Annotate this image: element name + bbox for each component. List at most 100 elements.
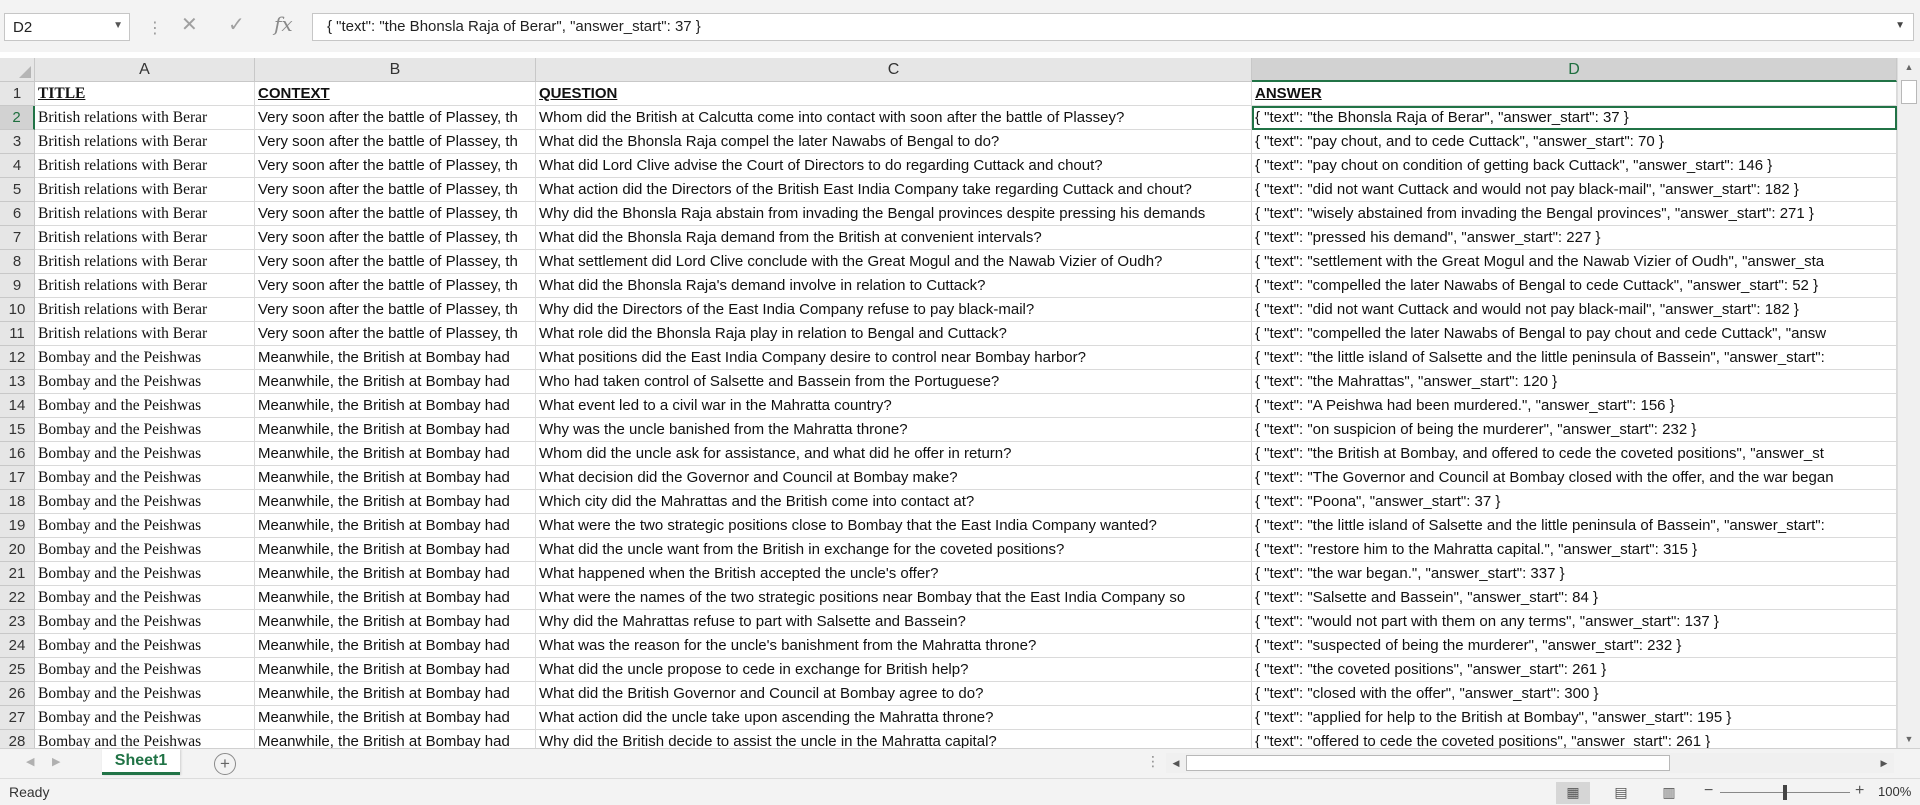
page-break-preview-icon[interactable]: ▥ bbox=[1652, 782, 1686, 804]
grid-cell[interactable]: { "text": "compelled the later Nawabs of… bbox=[1252, 274, 1897, 298]
grid-cell[interactable]: British relations with Berar bbox=[35, 298, 255, 322]
row-header[interactable]: 5 bbox=[0, 178, 35, 202]
grid-cell[interactable]: Bombay and the Peishwas bbox=[35, 490, 255, 514]
grid-cell[interactable]: { "text": "compelled the later Nawabs of… bbox=[1252, 322, 1897, 346]
grid-cell[interactable]: British relations with Berar bbox=[35, 322, 255, 346]
grid-cell[interactable]: British relations with Berar bbox=[35, 178, 255, 202]
grid-cell[interactable]: { "text": "restore him to the Mahratta c… bbox=[1252, 538, 1897, 562]
check-icon[interactable]: ✓ bbox=[228, 12, 245, 37]
tab-split-handle-icon[interactable]: ⋮ bbox=[1146, 753, 1160, 770]
row-header[interactable]: 15 bbox=[0, 418, 35, 442]
grid-cell[interactable]: What did the British Governor and Counci… bbox=[536, 682, 1252, 706]
grid-cell[interactable]: What did the Bhonsla Raja demand from th… bbox=[536, 226, 1252, 250]
grid-cell[interactable]: What were the two strategic positions cl… bbox=[536, 514, 1252, 538]
grid-cell[interactable]: Bombay and the Peishwas bbox=[35, 706, 255, 730]
grid-cell[interactable]: What happened when the British accepted … bbox=[536, 562, 1252, 586]
grid-cell[interactable]: { "text": "settlement with the Great Mog… bbox=[1252, 250, 1897, 274]
row-header[interactable]: 21 bbox=[0, 562, 35, 586]
grid-cell[interactable]: What settlement did Lord Clive conclude … bbox=[536, 250, 1252, 274]
scroll-right-icon[interactable]: ▶ bbox=[1874, 753, 1894, 773]
close-icon[interactable]: ✕ bbox=[181, 12, 198, 37]
horizontal-scroll-thumb[interactable] bbox=[1186, 755, 1670, 771]
grid-cell[interactable]: Very soon after the battle of Plassey, t… bbox=[255, 130, 536, 154]
grid-cell[interactable]: British relations with Berar bbox=[35, 202, 255, 226]
grid-cell[interactable]: What were the names of the two strategic… bbox=[536, 586, 1252, 610]
grid-cell[interactable]: { "text": "pay chout on condition of get… bbox=[1252, 154, 1897, 178]
grid-cell[interactable]: British relations with Berar bbox=[35, 274, 255, 298]
grid-cell[interactable]: What did the uncle propose to cede in ex… bbox=[536, 658, 1252, 682]
grid-cell[interactable]: { "text": "the coveted positions", "answ… bbox=[1252, 658, 1897, 682]
grid-cell[interactable]: Bombay and the Peishwas bbox=[35, 586, 255, 610]
grid-cell[interactable]: { "text": "the British at Bombay, and of… bbox=[1252, 442, 1897, 466]
grid-cell[interactable]: Meanwhile, the British at Bombay had bbox=[255, 706, 536, 730]
column-header-d[interactable]: D bbox=[1252, 58, 1897, 82]
grid-cell[interactable]: Meanwhile, the British at Bombay had bbox=[255, 466, 536, 490]
grid-cell[interactable]: Meanwhile, the British at Bombay had bbox=[255, 442, 536, 466]
grid-cell[interactable]: Bombay and the Peishwas bbox=[35, 682, 255, 706]
grid-cell[interactable]: Which city did the Mahrattas and the Bri… bbox=[536, 490, 1252, 514]
grid-cell[interactable]: Meanwhile, the British at Bombay had bbox=[255, 418, 536, 442]
grid-cell[interactable]: { "text": "Salsette and Bassein", "answe… bbox=[1252, 586, 1897, 610]
grid-cell[interactable]: Bombay and the Peishwas bbox=[35, 562, 255, 586]
grid-cell[interactable]: { "text": "The Governor and Council at B… bbox=[1252, 466, 1897, 490]
page-layout-icon[interactable]: ▤ bbox=[1604, 782, 1638, 804]
scroll-left-icon[interactable]: ◀ bbox=[1166, 753, 1186, 773]
grid-cell[interactable]: Very soon after the battle of Plassey, t… bbox=[255, 178, 536, 202]
row-header[interactable]: 17 bbox=[0, 466, 35, 490]
grid-cell[interactable]: { "text": "the Mahrattas", "answer_start… bbox=[1252, 370, 1897, 394]
grid-cell[interactable]: { "text": "pay chout, and to cede Cuttac… bbox=[1252, 130, 1897, 154]
grid-cell[interactable]: What decision did the Governor and Counc… bbox=[536, 466, 1252, 490]
row-header[interactable]: 11 bbox=[0, 322, 35, 346]
grid-cell[interactable]: Bombay and the Peishwas bbox=[35, 634, 255, 658]
grid-cell[interactable]: Why did the Bhonsla Raja abstain from in… bbox=[536, 202, 1252, 226]
next-sheet-icon[interactable]: ▶ bbox=[52, 755, 60, 768]
row-header[interactable]: 20 bbox=[0, 538, 35, 562]
grid-cell[interactable]: Meanwhile, the British at Bombay had bbox=[255, 658, 536, 682]
grid-cell[interactable]: { "text": "wisely abstained from invadin… bbox=[1252, 202, 1897, 226]
grid-cell[interactable]: { "text": "A Peishwa had been murdered."… bbox=[1252, 394, 1897, 418]
grid-cell[interactable]: { "text": "the little island of Salsette… bbox=[1252, 346, 1897, 370]
grid-cell[interactable]: Bombay and the Peishwas bbox=[35, 442, 255, 466]
grid-cell[interactable]: Very soon after the battle of Plassey, t… bbox=[255, 274, 536, 298]
grid-cell[interactable]: Meanwhile, the British at Bombay had bbox=[255, 538, 536, 562]
column-title-cell[interactable]: QUESTION bbox=[536, 82, 1252, 106]
row-header[interactable]: 2 bbox=[0, 106, 35, 130]
grid-cell[interactable]: Very soon after the battle of Plassey, t… bbox=[255, 106, 536, 130]
grid-cell[interactable]: British relations with Berar bbox=[35, 130, 255, 154]
row-header[interactable]: 18 bbox=[0, 490, 35, 514]
grid-cell[interactable]: Very soon after the battle of Plassey, t… bbox=[255, 322, 536, 346]
grid-cell[interactable]: Why did the Directors of the East India … bbox=[536, 298, 1252, 322]
row-header[interactable]: 22 bbox=[0, 586, 35, 610]
row-header[interactable]: 27 bbox=[0, 706, 35, 730]
grid-cell[interactable]: { "text": "on suspicion of being the mur… bbox=[1252, 418, 1897, 442]
name-box[interactable]: D2 ▼ bbox=[4, 13, 130, 41]
grid-cell[interactable]: { "text": "did not want Cuttack and woul… bbox=[1252, 178, 1897, 202]
grid-cell[interactable]: Very soon after the battle of Plassey, t… bbox=[255, 298, 536, 322]
grid-cell[interactable]: { "text": "would not part with them on a… bbox=[1252, 610, 1897, 634]
grid-cell[interactable]: Bombay and the Peishwas bbox=[35, 346, 255, 370]
vertical-scroll-thumb[interactable] bbox=[1901, 80, 1917, 104]
grid-cell[interactable]: Bombay and the Peishwas bbox=[35, 418, 255, 442]
sheet-tab-sheet1[interactable]: Sheet1 bbox=[102, 749, 180, 775]
grid-cell[interactable]: Very soon after the battle of Plassey, t… bbox=[255, 250, 536, 274]
grid-cell[interactable]: { "text": "applied for help to the Briti… bbox=[1252, 706, 1897, 730]
grid-cell[interactable]: What action did the Directors of the Bri… bbox=[536, 178, 1252, 202]
zoom-level[interactable]: 100% bbox=[1878, 784, 1911, 799]
grid-cell[interactable]: { "text": "the Bhonsla Raja of Berar", "… bbox=[1252, 106, 1897, 130]
grid-cell[interactable]: Meanwhile, the British at Bombay had bbox=[255, 394, 536, 418]
grid-cell[interactable]: Why did the Mahrattas refuse to part wit… bbox=[536, 610, 1252, 634]
vertical-scrollbar[interactable]: ▲ ▼ bbox=[1897, 58, 1920, 748]
grid-cell[interactable]: Meanwhile, the British at Bombay had bbox=[255, 682, 536, 706]
row-header[interactable]: 16 bbox=[0, 442, 35, 466]
row-header[interactable]: 10 bbox=[0, 298, 35, 322]
grid-cell[interactable]: What action did the uncle take upon asce… bbox=[536, 706, 1252, 730]
grid-cell[interactable]: Who had taken control of Salsette and Ba… bbox=[536, 370, 1252, 394]
row-header[interactable]: 12 bbox=[0, 346, 35, 370]
grid-cell[interactable]: Bombay and the Peishwas bbox=[35, 658, 255, 682]
grid-cell[interactable]: Bombay and the Peishwas bbox=[35, 394, 255, 418]
grid-cell[interactable]: What did the uncle want from the British… bbox=[536, 538, 1252, 562]
column-header-c[interactable]: C bbox=[536, 58, 1252, 82]
grid-cell[interactable]: Why was the uncle banished from the Mahr… bbox=[536, 418, 1252, 442]
row-header[interactable]: 4 bbox=[0, 154, 35, 178]
grid-cell[interactable]: British relations with Berar bbox=[35, 250, 255, 274]
